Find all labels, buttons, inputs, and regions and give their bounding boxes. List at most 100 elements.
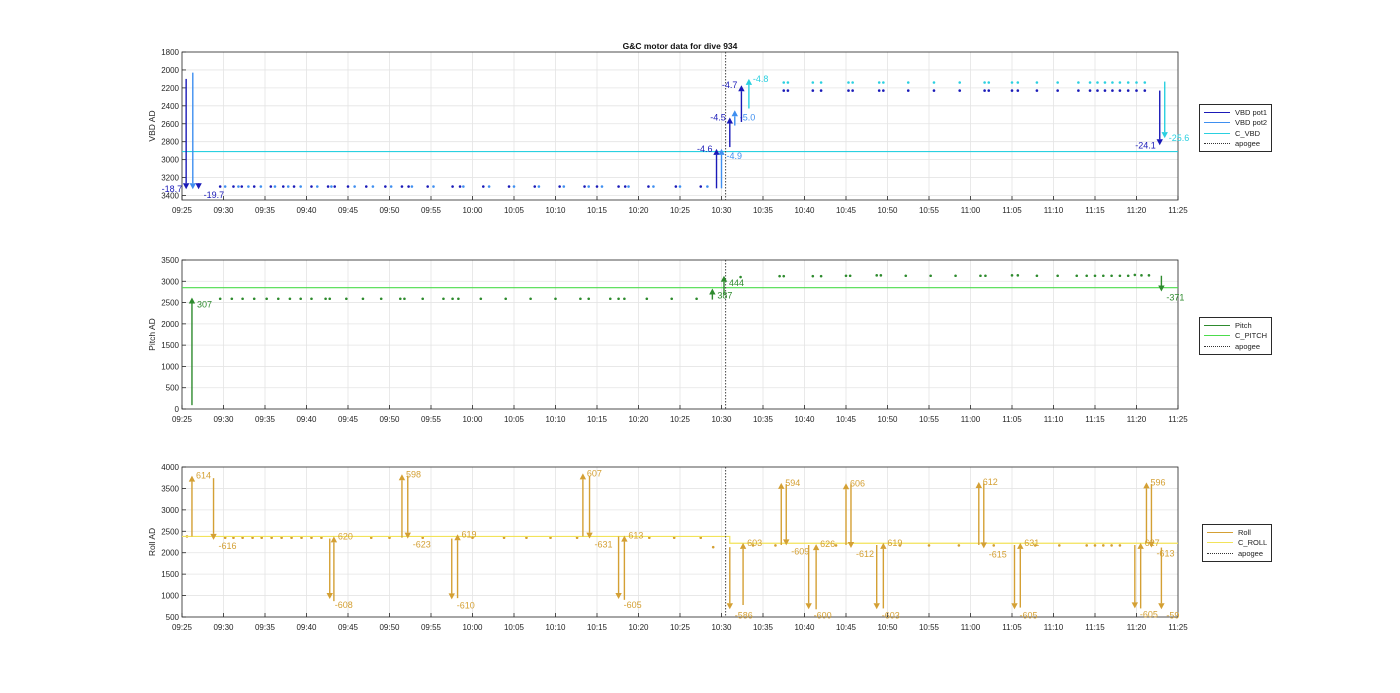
y-tick-label: 1800 (161, 48, 179, 57)
legend-label: apogee (1238, 548, 1264, 558)
arrow-label: -19.7 (204, 190, 225, 200)
data-point (400, 185, 404, 188)
data-point (1075, 274, 1079, 278)
data-point (269, 185, 273, 188)
x-tick-label: 11:15 (1085, 623, 1105, 632)
data-point (983, 81, 986, 84)
data-point (237, 185, 240, 188)
x-tick-label: 09:45 (338, 623, 359, 632)
data-point (364, 185, 368, 188)
x-tick-label: 09:30 (213, 415, 234, 424)
legend-label: VBD pot2 (1235, 118, 1268, 128)
legend-roll: Roll C_ROLL apogee (1202, 524, 1273, 562)
legend-vbd: VBD pot1 VBD pot2 C_VBD apogee (1199, 104, 1273, 152)
data-point (504, 297, 508, 301)
legend-entry: C_VBD (1204, 128, 1267, 139)
arrow-label: -616 (219, 541, 237, 551)
legend-label: apogee (1235, 341, 1261, 351)
data-point (223, 185, 227, 188)
x-tick-label: 10:40 (794, 206, 815, 215)
data-point (879, 274, 883, 277)
data-point (333, 185, 337, 188)
y-tick-label: 2800 (161, 138, 179, 147)
data-point (407, 185, 410, 188)
x-tick-label: 10:55 (919, 415, 940, 424)
data-point (241, 297, 244, 301)
data-point (288, 297, 292, 301)
data-point (398, 297, 402, 301)
x-tick-label: 09:35 (255, 206, 276, 215)
data-point (379, 297, 383, 301)
data-point (346, 185, 350, 188)
legend-label: apogee (1235, 139, 1261, 149)
data-point (361, 297, 365, 301)
data-point (1096, 81, 1099, 84)
data-point (371, 185, 375, 188)
data-point (851, 81, 854, 84)
legend-entry: VBD pot1 (1204, 107, 1267, 118)
data-point (984, 274, 987, 278)
data-point (1110, 274, 1113, 278)
data-point (954, 274, 957, 278)
x-tick-label: 10:50 (877, 415, 898, 424)
data-point (1143, 81, 1147, 84)
arrow-label: -605 (1140, 609, 1158, 619)
y-tick-label: 3500 (161, 256, 179, 265)
x-tick-label: 11:20 (1127, 206, 1147, 215)
y-tick-label: 0 (175, 405, 180, 414)
arrow-label: 626 (820, 539, 835, 549)
x-tick-label: 11:05 (1002, 623, 1022, 632)
data-point (670, 297, 673, 301)
x-tick-label: 09:35 (255, 623, 276, 632)
data-point (1110, 544, 1113, 547)
y-tick-label: 2400 (161, 102, 179, 111)
data-point (848, 274, 852, 278)
data-point (1118, 274, 1122, 278)
data-point (292, 185, 296, 188)
data-point (299, 185, 302, 188)
data-point (851, 89, 854, 92)
data-point (1096, 89, 1099, 92)
data-point (811, 274, 815, 278)
x-tick-label: 10:40 (794, 415, 815, 424)
data-point (987, 81, 991, 84)
arrow-label: 444 (729, 278, 744, 288)
data-point (507, 185, 511, 188)
data-point (1118, 81, 1122, 84)
data-point (877, 81, 881, 84)
axes-panel-0: 09:25 09:30 09:35 09:40 09:45 09:50 09:55 10:00… (147, 48, 1189, 215)
x-tick-label: 10:15 (587, 206, 608, 215)
data-point (811, 89, 815, 92)
arrow-label: 619 (887, 538, 902, 548)
data-point (1135, 89, 1138, 92)
data-point (1133, 273, 1137, 277)
x-tick-label: 10:30 (711, 415, 732, 424)
arrow-label: -18.7 (162, 184, 183, 194)
data-point (819, 89, 823, 92)
data-point (218, 297, 222, 301)
data-point (1126, 81, 1130, 84)
data-point (782, 274, 786, 278)
arrow-label: -610 (457, 600, 475, 610)
data-point (1143, 89, 1147, 92)
arrow-label: -586 (735, 610, 753, 620)
data-point (558, 185, 561, 188)
y-axis-label: VBD AD (147, 110, 157, 141)
data-point (487, 185, 491, 188)
x-tick-label: 10:10 (545, 206, 566, 215)
data-point (600, 185, 604, 188)
data-point (929, 274, 932, 278)
data-point (811, 81, 815, 84)
data-point (276, 297, 280, 301)
x-tick-label: 10:55 (919, 206, 940, 215)
x-tick-label: 10:55 (919, 623, 940, 632)
arrow-label: 614 (196, 471, 211, 481)
x-tick-label: 11:00 (961, 623, 981, 632)
arrow-label: 387 (717, 291, 732, 301)
y-tick-label: 2600 (161, 120, 179, 129)
arrow-label: 594 (785, 478, 800, 488)
arrow-label: 631 (1024, 538, 1039, 548)
data-point (906, 81, 910, 84)
data-point (1035, 81, 1039, 84)
x-tick-label: 09:40 (296, 623, 317, 632)
